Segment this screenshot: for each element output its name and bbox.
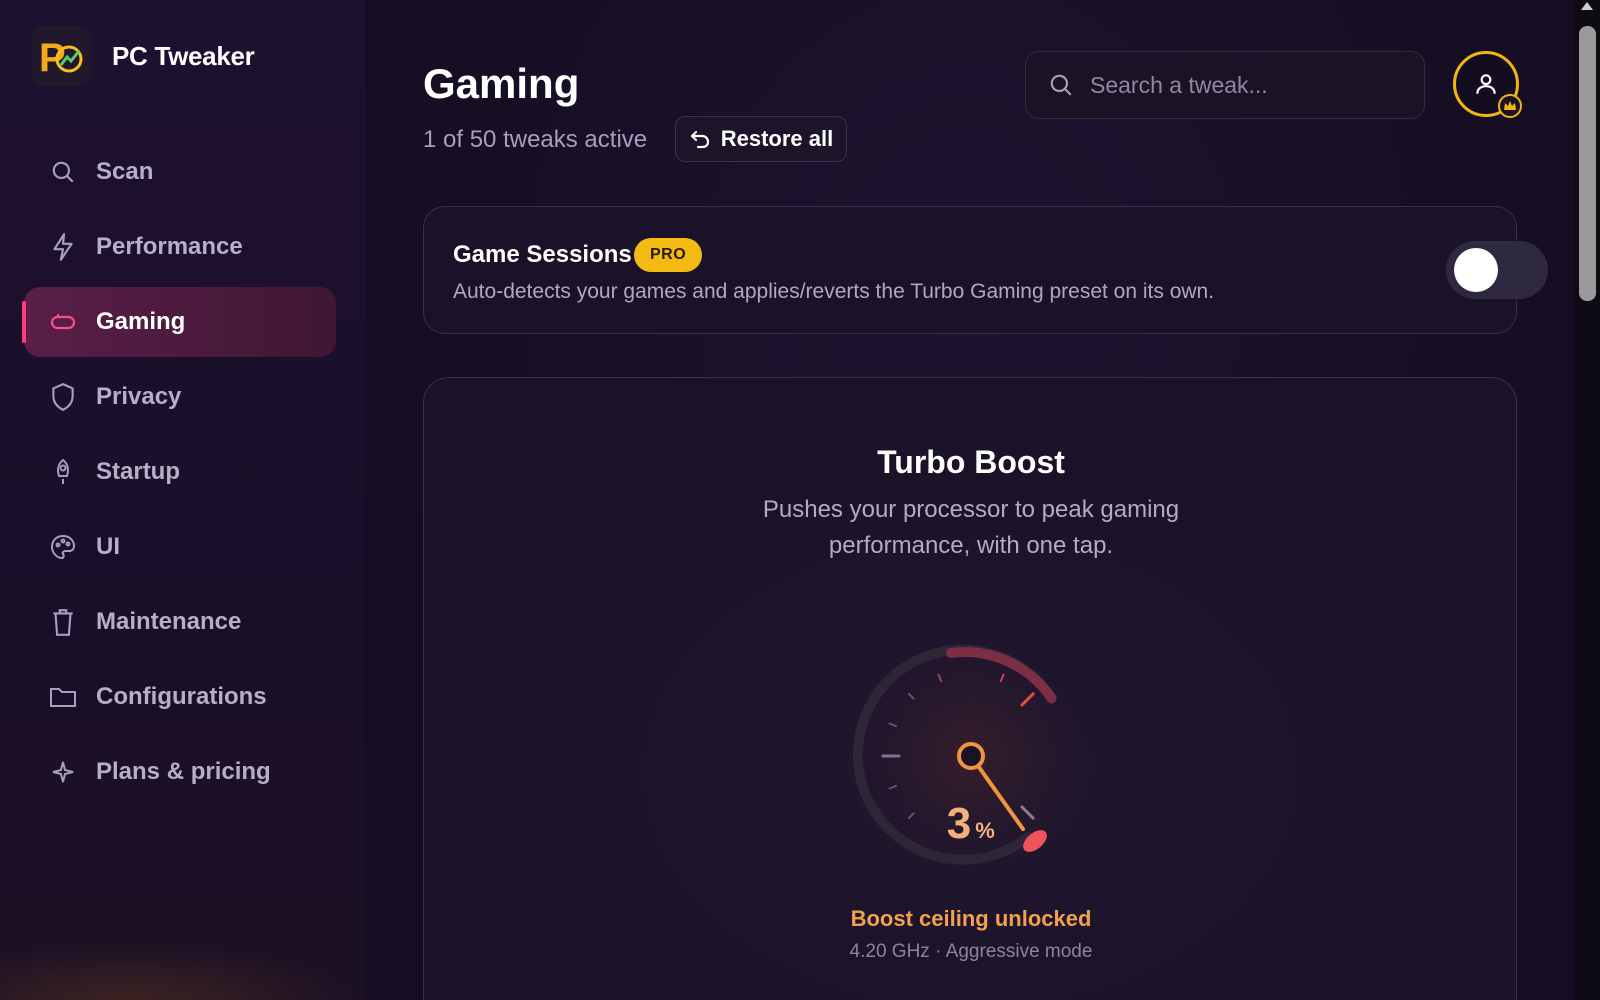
turbo-boost-description: Pushes your processor to peak gaming per… — [762, 496, 1180, 559]
page-title: Gaming — [423, 60, 580, 107]
turbo-boost-title: Turbo Boost — [877, 444, 1065, 480]
bolt-icon — [48, 232, 78, 262]
toggle-knob — [1454, 248, 1498, 292]
restore-all-button[interactable]: Restore all — [675, 116, 847, 162]
sidebar-item-configurations[interactable]: Configurations — [24, 662, 336, 732]
gamepad-icon — [48, 307, 78, 337]
search-icon — [48, 157, 78, 187]
search-box[interactable] — [1025, 51, 1425, 119]
sidebar-item-label: Plans & pricing — [96, 758, 271, 785]
sidebar-item-ui[interactable]: UI — [24, 512, 336, 582]
trash-icon — [48, 607, 78, 637]
scroll-up-arrow-icon[interactable] — [1581, 2, 1593, 10]
brand[interactable]: P PC Tweaker — [32, 26, 255, 86]
restore-all-label: Restore all — [720, 126, 834, 151]
sidebar-item-label: Gaming — [96, 308, 186, 335]
sidebar-nav: Scan Performance Gaming Privacy Startup — [22, 137, 336, 812]
boost-detail: 4.20 GHz · Aggressive mode — [849, 941, 1093, 962]
sidebar-item-privacy[interactable]: Privacy — [24, 362, 336, 432]
sidebar-item-startup[interactable]: Startup — [24, 437, 336, 507]
rocket-icon — [48, 457, 78, 487]
crown-icon — [1498, 94, 1522, 118]
sidebar-item-label: Privacy — [96, 383, 182, 410]
shield-icon — [48, 382, 78, 412]
main-content: Gaming 1 of 50 tweaks active Restore all… — [365, 0, 1575, 1000]
sidebar-item-plans-pricing[interactable]: Plans & pricing — [24, 737, 336, 807]
sidebar: P PC Tweaker Scan Performance Gaming Pri… — [0, 0, 365, 1000]
undo-icon — [690, 130, 709, 149]
sidebar-item-label: Scan — [96, 158, 154, 185]
sparkle-icon — [48, 757, 78, 787]
boost-status: Boost ceiling unlocked — [850, 906, 1092, 931]
user-avatar-button[interactable] — [1453, 51, 1522, 118]
gauge-value: 3 — [947, 799, 971, 848]
sidebar-item-label: Configurations — [96, 683, 267, 710]
app-name: PC Tweaker — [112, 40, 255, 71]
sidebar-item-gaming[interactable]: Gaming — [22, 287, 336, 357]
sidebar-item-scan[interactable]: Scan — [24, 137, 336, 207]
sidebar-item-label: Maintenance — [96, 608, 242, 635]
gauge-unit: % — [975, 818, 995, 843]
user-icon — [1476, 74, 1496, 94]
sidebar-item-label: Performance — [96, 233, 243, 260]
sidebar-item-label: Startup — [96, 458, 180, 485]
scrollbar[interactable] — [1575, 0, 1600, 1000]
turbo-boost-card: Turbo Boost Pushes your processor to pea… — [423, 377, 1517, 1000]
palette-icon — [48, 532, 78, 562]
game-sessions-title: Game Sessions — [453, 241, 632, 268]
pro-badge: PRO — [634, 238, 703, 272]
turbo-gauge[interactable]: 3 % — [821, 606, 1121, 906]
sidebar-item-performance[interactable]: Performance — [24, 212, 336, 282]
search-icon — [1050, 74, 1072, 96]
game-sessions-toggle[interactable] — [1446, 241, 1548, 299]
folder-icon — [48, 682, 78, 712]
game-sessions-card: Game Sessions PRO Auto-detects your game… — [423, 206, 1548, 334]
sidebar-item-maintenance[interactable]: Maintenance — [24, 587, 336, 657]
gauge-hub — [957, 742, 985, 770]
search-input[interactable] — [1090, 71, 1410, 99]
svg-text:P: P — [39, 36, 66, 80]
sidebar-item-label: UI — [96, 533, 120, 560]
scroll-thumb[interactable] — [1579, 26, 1596, 301]
app-logo: P — [32, 26, 92, 86]
tweaks-count: 1 of 50 tweaks active — [423, 126, 648, 153]
game-sessions-description: Auto-detects your games and applies/reve… — [453, 280, 1215, 303]
